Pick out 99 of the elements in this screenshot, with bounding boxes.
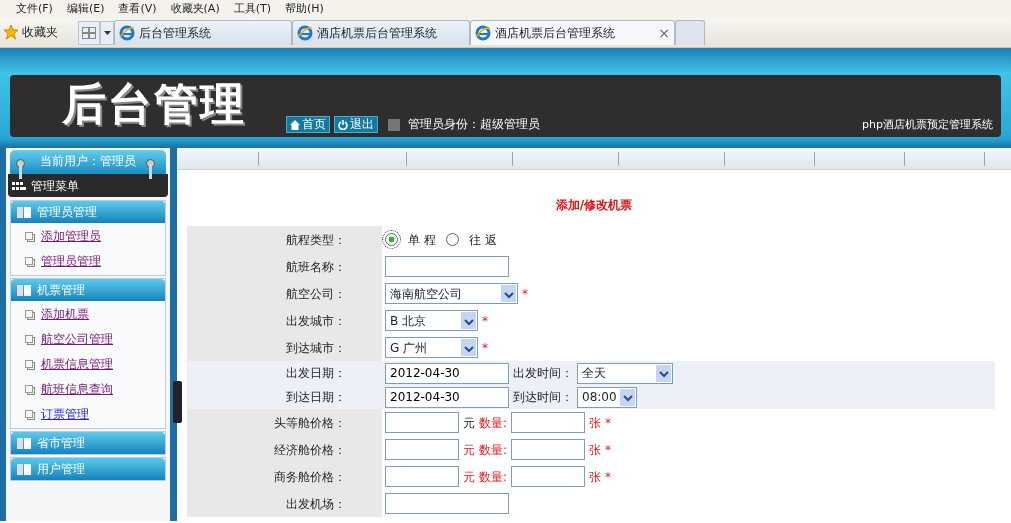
identity-text: 管理员身份：超级管理员	[408, 116, 540, 133]
browser-icon	[119, 25, 135, 41]
dropdown[interactable]: 海南航空公司	[385, 283, 518, 304]
field-label: 到达城市：	[286, 339, 346, 357]
page-icon	[25, 231, 35, 242]
dots-grid-icon	[12, 179, 26, 192]
field-label: 出发机场：	[286, 495, 346, 513]
field-label: 出发日期：	[286, 365, 346, 382]
field-label: 到达时间：	[513, 389, 573, 406]
menu-link[interactable]: 订票管理	[41, 405, 89, 424]
browser-tab[interactable]: 酒店机票后台管理系统 ×	[470, 20, 675, 45]
required-mark: *	[605, 414, 612, 432]
logo-text: 后台管理	[62, 82, 246, 126]
menu-item[interactable]: 收藏夹(A)	[168, 0, 232, 18]
menu-link[interactable]: 机票信息管理	[41, 355, 113, 374]
unit-label: 元	[463, 468, 475, 486]
field-label: 航班名称：	[286, 258, 346, 276]
collapse-handle[interactable]	[173, 381, 182, 423]
field-label: 航程类型：	[286, 231, 346, 249]
menu-item[interactable]: 查看(V)	[116, 0, 169, 18]
field-label: 出发城市：	[286, 312, 346, 330]
unit-label: 张	[589, 468, 602, 486]
square-icon	[388, 119, 400, 131]
favorites-link[interactable]: 收藏夹	[22, 23, 58, 41]
date-field[interactable]: 2012-04-30	[385, 386, 509, 408]
page-icon	[25, 359, 35, 370]
page-icon	[25, 334, 35, 345]
input-field[interactable]	[385, 412, 459, 433]
current-user-text: 当前用户：管理员	[40, 154, 136, 168]
menu-item[interactable]: 工具(T)	[231, 0, 283, 18]
field-label: 出发时间：	[513, 365, 573, 382]
menu-item[interactable]: 帮助(H)	[283, 0, 336, 18]
page-icon	[25, 409, 35, 420]
page-icon	[25, 309, 35, 320]
required-mark: *	[482, 339, 488, 357]
dropdown[interactable]: 08:00	[577, 386, 637, 408]
system-name: php酒店机票预定管理系统	[862, 116, 993, 133]
grid-icon	[82, 27, 96, 39]
field-label: 航空公司：	[286, 285, 346, 303]
menu-link[interactable]: 管理员管理	[41, 252, 101, 271]
input-field[interactable]	[385, 466, 459, 487]
dropdown[interactable]: G 广州	[385, 337, 478, 358]
field-label: 经济舱价格：	[274, 441, 346, 459]
power-icon	[338, 119, 348, 130]
book-icon	[17, 284, 31, 296]
pin-icon	[16, 159, 25, 179]
book-icon	[17, 463, 31, 475]
star-icon	[3, 24, 19, 40]
tab-list-button[interactable]	[100, 21, 114, 45]
required-mark: *	[522, 285, 528, 303]
radio-label: 单 程	[408, 231, 436, 249]
caret-icon	[103, 31, 111, 35]
home-button[interactable]: 首页	[286, 116, 330, 133]
dropdown[interactable]: B 北京	[385, 310, 478, 331]
required-mark: *	[482, 312, 488, 330]
input-field[interactable]	[385, 493, 509, 514]
menu-link[interactable]: 添加机票	[41, 305, 89, 324]
home-icon	[290, 119, 300, 130]
menu-link[interactable]: 航空公司管理	[41, 330, 113, 349]
form-title: 添加/修改机票	[554, 197, 634, 214]
unit-label: 张	[589, 441, 602, 459]
menu-item[interactable]: 文件(F)	[14, 0, 65, 18]
unit-label: 元	[463, 441, 475, 459]
menu-link[interactable]: 航班信息查询	[41, 380, 113, 399]
menu-item[interactable]: 编辑(E)	[64, 0, 117, 18]
page-icon	[25, 384, 35, 395]
required-mark: *	[605, 468, 612, 486]
page-icon	[25, 256, 35, 267]
browser-tab[interactable]: 后台管理系统	[114, 20, 292, 45]
dropdown[interactable]: 全天	[577, 362, 673, 384]
pin-icon	[146, 159, 155, 179]
unit-label: 元	[463, 414, 475, 432]
input-field[interactable]	[511, 466, 586, 487]
browser-icon	[475, 25, 491, 41]
field-label: 到达日期：	[286, 389, 346, 406]
close-icon[interactable]: ×	[658, 22, 670, 44]
radio-label: 往 返	[468, 231, 497, 249]
book-icon	[17, 206, 31, 218]
unit-label: 张	[589, 414, 602, 432]
logout-button[interactable]: 退出	[334, 116, 378, 133]
required-mark: *	[605, 441, 612, 459]
input-field[interactable]	[511, 439, 586, 460]
input-field[interactable]	[385, 256, 509, 277]
input-field[interactable]	[385, 439, 459, 460]
date-field[interactable]: 2012-04-30	[385, 362, 509, 384]
radio-button[interactable]	[445, 233, 459, 246]
quantity-label: 数量:	[479, 441, 508, 459]
input-field[interactable]	[511, 412, 586, 433]
browser-tab[interactable]: 酒店机票后台管理系统	[292, 20, 470, 45]
radio-button[interactable]	[385, 233, 398, 246]
field-label: 商务舱价格：	[274, 468, 346, 486]
quantity-label: 数量:	[479, 414, 508, 432]
browser-icon	[297, 25, 313, 41]
field-label: 头等舱价格：	[274, 414, 346, 432]
new-tab-button[interactable]	[675, 20, 705, 45]
menu-title: 管理菜单	[31, 177, 79, 195]
menu-link[interactable]: 添加管理员	[41, 227, 101, 246]
quantity-label: 数量:	[479, 468, 508, 486]
book-icon	[17, 437, 31, 449]
